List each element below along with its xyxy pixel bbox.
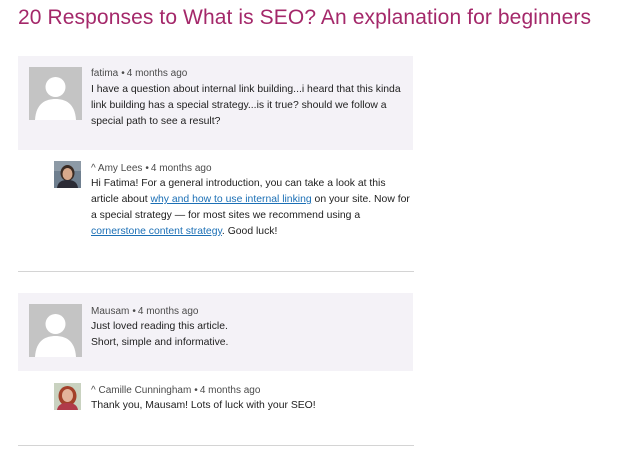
reply-camille-cunningham: ^ Camille Cunningham • 4 months ago Thank … [54, 376, 414, 426]
reply-text: on your site. Now for [311, 194, 410, 205]
comment-line: Just loved reading this article. [91, 321, 228, 332]
reply-line: Thank you, Mausam! Lots of luck with you… [91, 400, 316, 411]
default-avatar-icon [29, 304, 82, 357]
comment-time[interactable]: 4 months ago [138, 306, 199, 317]
cornerstone-content-link[interactable]: cornerstone content strategy [91, 226, 222, 237]
page-title: 20 Responses to What is SEO? An explanat… [18, 6, 592, 29]
comment-divider [18, 271, 414, 272]
default-avatar-icon [29, 67, 82, 120]
reply-time[interactable]: 4 months ago [200, 385, 261, 396]
avatar-amy-lees [54, 161, 81, 188]
internal-linking-link[interactable]: why and how to use internal linking [151, 194, 312, 205]
reply-amy-lees: ^ Amy Lees • 4 months ago Hi Fatima! For a… [54, 154, 414, 249]
comment-divider [18, 445, 414, 446]
comment-fatima: fatima • 4 months ago I have a question ab… [18, 56, 413, 150]
comment-line: I have a question about internal link bu… [91, 84, 401, 95]
reply-body: Thank you, Mausam! Lots of luck with you… [91, 398, 411, 414]
comment-author[interactable]: Mausam [91, 306, 129, 317]
comment-line: special path to see a result? [91, 116, 221, 127]
reply-line: a special strategy — for most sites we r… [91, 210, 361, 221]
comment-author[interactable]: fatima [91, 68, 118, 79]
comment-line: link building has a special strategy...i… [91, 100, 387, 111]
reply-text: . Good luck! [221, 226, 278, 237]
comment-meta: fatima • 4 months ago [91, 68, 188, 79]
comment-meta: Mausam • 4 months ago [91, 306, 199, 317]
reply-body: Hi Fatima! For a general introduction, y… [91, 176, 411, 240]
comment-body: Just loved reading this article. Short, … [91, 319, 406, 351]
reply-meta: ^ Amy Lees • 4 months ago [91, 163, 212, 174]
reply-time[interactable]: 4 months ago [151, 163, 212, 174]
reply-line: article about why and how to use interna… [91, 192, 411, 208]
reply-author[interactable]: ^ Camille Cunningham [91, 385, 191, 396]
comment-time[interactable]: 4 months ago [127, 68, 188, 79]
comment-body: I have a question about internal link bu… [91, 82, 406, 130]
avatar-camille-cunningham [54, 383, 81, 410]
comment-line: Short, simple and informative. [91, 337, 229, 348]
reply-text: article about [91, 194, 151, 205]
comment-mausam: Mausam • 4 months ago Just loved reading t… [18, 293, 413, 371]
reply-line: Hi Fatima! For a general introduction, y… [91, 178, 386, 189]
reply-meta: ^ Camille Cunningham • 4 months ago [91, 385, 261, 396]
reply-author[interactable]: ^ Amy Lees [91, 163, 142, 174]
reply-line: cornerstone content strategy. Good luck! [91, 224, 411, 240]
